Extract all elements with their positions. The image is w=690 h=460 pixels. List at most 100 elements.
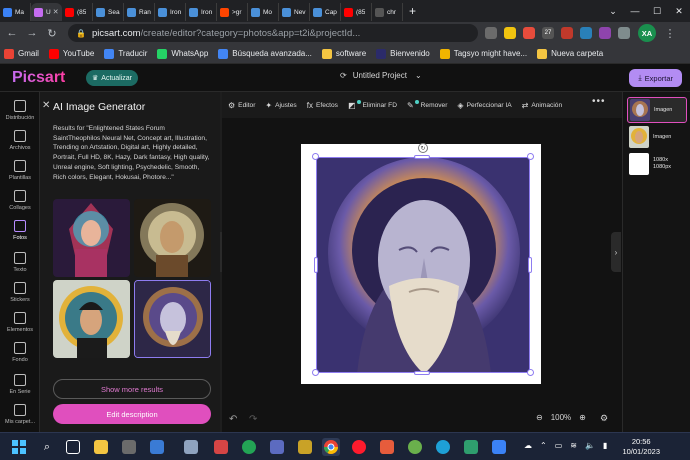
extension-icon[interactable] — [599, 27, 611, 39]
resize-handle-e[interactable] — [528, 257, 532, 273]
bookmark-item[interactable]: Gmail — [4, 48, 39, 59]
resize-handle-w[interactable] — [314, 257, 318, 273]
resize-handle-ne[interactable] — [527, 153, 534, 160]
picsart-logo[interactable]: Picsart — [12, 69, 65, 87]
opera-icon[interactable] — [350, 438, 368, 456]
rail-item[interactable]: Mis carpet... — [0, 404, 40, 425]
app-icon[interactable] — [120, 438, 138, 456]
selected-image[interactable] — [316, 157, 530, 373]
puzzle-icon[interactable] — [618, 27, 630, 39]
result-thumbnail[interactable] — [134, 199, 211, 277]
toolbar-item[interactable]: ✎ Remover — [407, 100, 447, 110]
layer-item[interactable]: 1080x 1080px — [627, 151, 687, 177]
search-icon[interactable]: ⌕ — [38, 438, 56, 456]
toolbar-item[interactable]: ◈ Perfeccionar IA — [457, 101, 511, 110]
zoom-out-icon[interactable]: ⊖ — [536, 413, 543, 422]
toolbar-item[interactable]: fx Efectos — [307, 101, 338, 110]
browser-tab[interactable]: (85 — [341, 3, 372, 21]
rail-item[interactable]: Elementos — [0, 312, 40, 333]
rail-item[interactable]: Archivos — [0, 130, 40, 151]
close-tab-icon[interactable]: ✕ — [53, 8, 59, 16]
redo-icon[interactable]: ↷ — [249, 414, 257, 425]
expand-layers-button[interactable]: › — [611, 232, 621, 272]
zoom-level[interactable]: 100% — [551, 413, 571, 422]
bookmark-item[interactable]: YouTube — [48, 48, 94, 59]
app-icon[interactable] — [490, 438, 508, 456]
toolbar-item[interactable]: ⚙ Editor — [228, 101, 255, 110]
windows-start-icon[interactable] — [10, 438, 28, 456]
volume-icon[interactable]: 🔈 — [585, 441, 595, 450]
rail-item[interactable]: Collages — [0, 190, 40, 211]
app-icon[interactable] — [212, 438, 230, 456]
browser-tab[interactable]: Cap — [310, 3, 341, 21]
chrome-taskbar-icon[interactable] — [322, 438, 340, 456]
app-icon[interactable] — [148, 438, 166, 456]
rail-item[interactable]: Distribución — [0, 100, 40, 121]
menu-icon[interactable]: ⋮ — [662, 25, 678, 41]
toolbar-item[interactable]: ⇄ Animación — [522, 101, 563, 110]
bookmark-item[interactable]: Bienvenido — [376, 48, 430, 59]
chevron-up-icon[interactable]: ⌃ — [540, 441, 547, 450]
show-more-results-button[interactable]: Show more results — [53, 379, 211, 399]
new-tab-button[interactable]: + — [409, 4, 416, 18]
rail-item[interactable]: Stickers — [0, 282, 40, 303]
result-thumbnail[interactable] — [53, 280, 130, 358]
bookmark-item[interactable]: Búsqueda avanzada... — [218, 48, 312, 59]
rail-item[interactable]: Fondo — [0, 342, 40, 363]
bookmark-item[interactable]: Tagsyo might have... — [439, 48, 527, 59]
profile-avatar[interactable]: XA — [638, 24, 656, 42]
forward-button[interactable]: → — [24, 25, 40, 41]
bookmark-item[interactable]: software — [321, 48, 366, 59]
wifi-icon[interactable]: ≋ — [570, 441, 577, 450]
back-button[interactable]: ← — [4, 25, 20, 41]
layer-item[interactable]: Imagen — [627, 124, 687, 150]
result-thumbnail-selected[interactable] — [134, 280, 211, 358]
reload-button[interactable]: ↻ — [44, 25, 60, 41]
browser-tab[interactable]: Ma — [0, 3, 31, 21]
result-thumbnail[interactable] — [53, 199, 130, 277]
app-icon[interactable] — [462, 438, 480, 456]
resize-handle-se[interactable] — [527, 369, 534, 376]
export-button[interactable]: ⤓ Exportar — [629, 69, 682, 87]
resize-handle-s[interactable] — [414, 371, 430, 375]
edit-description-button[interactable]: Edit description — [53, 404, 211, 424]
extension-icon[interactable] — [523, 27, 535, 39]
maximize-button[interactable]: ☐ — [646, 0, 668, 22]
browser-tab[interactable]: >gr — [217, 3, 248, 21]
app-icon[interactable] — [296, 438, 314, 456]
upgrade-button[interactable]: ♛ Actualizar — [86, 70, 139, 86]
bookmark-item[interactable]: Traducir — [104, 48, 147, 59]
bookmark-star-icon[interactable] — [504, 27, 516, 39]
rail-item[interactable]: Plantillas — [0, 160, 40, 181]
clock[interactable]: 20:56 10/01/2023 — [622, 437, 660, 457]
address-bar[interactable]: 🔒 picsart.com /create/editor?category=ph… — [68, 24, 478, 42]
battery-icon[interactable]: ▮ — [603, 441, 607, 450]
resize-handle-sw[interactable] — [312, 369, 319, 376]
browser-tab[interactable]: chr — [372, 3, 403, 21]
tab-search-icon[interactable]: ⌄ — [602, 0, 624, 22]
rail-item[interactable]: Texto — [0, 252, 40, 273]
project-title[interactable]: ⟳ Untitled Project ⌄ — [340, 71, 422, 80]
share-icon[interactable] — [485, 27, 497, 39]
resize-handle-n[interactable] — [414, 155, 430, 159]
extension-icon[interactable] — [561, 27, 573, 39]
toolbar-item[interactable]: ✦ Ajustes — [265, 101, 296, 110]
task-view-icon[interactable] — [64, 438, 82, 456]
app-icon[interactable] — [406, 438, 424, 456]
bookmark-item[interactable]: WhatsApp — [157, 48, 208, 59]
extension-badge-icon[interactable]: 27 — [542, 27, 554, 39]
close-icon[interactable]: ✕ — [42, 100, 52, 111]
toolbar-item[interactable]: ◩ Eliminar FD — [348, 100, 397, 110]
browser-tab[interactable]: Nev — [279, 3, 310, 21]
browser-tab[interactable]: Ran — [124, 3, 155, 21]
extension-icon[interactable] — [580, 27, 592, 39]
minimize-button[interactable]: — — [624, 0, 646, 22]
app-icon[interactable] — [378, 438, 396, 456]
browser-tab[interactable]: (85 — [62, 3, 93, 21]
browser-tab[interactable]: Sea — [93, 3, 124, 21]
app-icon[interactable] — [268, 438, 286, 456]
layer-item[interactable]: Imagen — [627, 97, 687, 123]
undo-icon[interactable]: ↶ — [229, 414, 237, 425]
file-explorer-icon[interactable] — [92, 438, 110, 456]
settings-icon[interactable]: ⚙ — [600, 413, 608, 424]
